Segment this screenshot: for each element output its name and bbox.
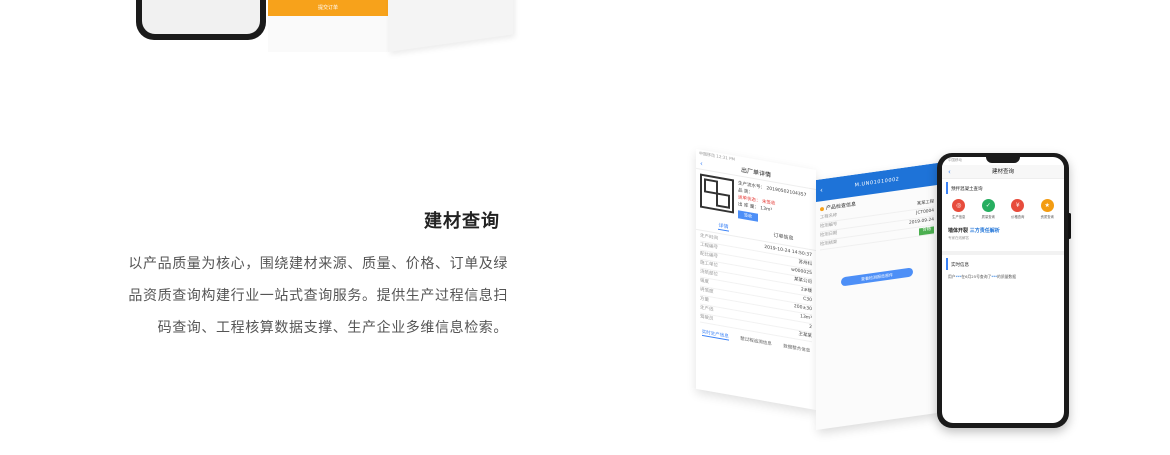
back-icon: ‹ (700, 159, 703, 169)
description-line: 品资质查询构建行业一站式查询服务。提供生产过程信息扫 (128, 288, 508, 304)
status-badge: 合格 (919, 226, 934, 236)
back-icon: ‹ (820, 185, 824, 195)
promo-banner: 墙体开裂 三方责任解析 (948, 228, 1000, 234)
inspection-panel-mockup: ‹ M.UN01010002 产品检查信息 工程名称 某某工程 检测编号 JCT00… (816, 162, 938, 431)
top-phone-mockup (136, 0, 266, 40)
tab-order: 订单信息 (773, 232, 794, 243)
back-icon: ‹ (948, 168, 951, 176)
news-title: 实时信息 (946, 258, 1060, 270)
news-item: 用户***在6月25号查询了***的质量数据 (948, 274, 1017, 279)
phone-mockup: 中国移动 ‹ 建材查询 预拌混凝土查询 ◎ 生产信息 ✓ 质量查询 ¥ 价格查询… (937, 153, 1071, 428)
feature-title: 建材查询 (424, 211, 500, 232)
phone-screen: 中国移动 ‹ 建材查询 预拌混凝土查询 ◎ 生产信息 ✓ 质量查询 ¥ 价格查询… (942, 157, 1064, 423)
info-lines: 生产流水号： 20190502104357 品 类： 运单状态： 未签收 出 库… (738, 180, 807, 230)
bottom-tab: 实时生产信息 (701, 328, 729, 341)
bottom-tab: 整过程追溯信息 (740, 336, 772, 348)
divider (942, 251, 1064, 255)
description-line: 以产品质量为核心，围绕建材来源、质量、价格、订单及绿 (128, 256, 508, 272)
query-icons: ◎ 生产信息 ✓ 质量查询 ¥ 价格查询 ★ 资质查询 (942, 194, 1064, 221)
detail-panel-mockup: 中国移动 12:31 PM ‹ 出厂单详情 生产流水号： 20190502104… (696, 148, 816, 410)
section-title: 预拌混凝土查询 (946, 182, 1060, 194)
promo-subtitle: 专家在线解答 (948, 236, 969, 240)
panel-title: 出厂单详情 (740, 166, 771, 180)
panel-title: M.UN01010002 (854, 176, 900, 189)
top-card-button: 提交订单 (268, 0, 388, 16)
phone-notch (986, 157, 1020, 163)
description-line: 码查询、工程核算数据支撑、生产企业多维信息检索。 (157, 320, 508, 336)
sign-button: 签收 (738, 210, 758, 222)
query-item: ★ 资质查询 (1041, 199, 1054, 219)
price-icon: ¥ (1011, 199, 1025, 212)
phone-title: 建材查询 (991, 169, 1014, 175)
bottom-tab: 数据整合信息 (783, 344, 811, 354)
query-item: ✓ 质量查询 (982, 199, 995, 219)
top-phone-screen (142, 0, 260, 34)
view-report-button: 查看检测报告原件 (841, 267, 913, 287)
phone-side-button (1068, 213, 1071, 239)
quality-icon: ✓ (981, 199, 995, 212)
top-card-side (388, 0, 513, 52)
tab-detail: 详情 (718, 221, 729, 232)
qr-code-icon (700, 173, 734, 214)
production-icon: ◎ (952, 199, 966, 212)
query-item: ¥ 价格查询 (1011, 199, 1024, 219)
dot-icon (820, 206, 824, 211)
feature-description: 以产品质量为核心，围绕建材来源、质量、价格、订单及绿 品资质查询构建行业一站式查… (96, 248, 508, 344)
top-card-mockup: 提交订单 (268, 0, 388, 52)
query-item: ◎ 生产信息 (952, 199, 965, 219)
phone-header: ‹ 建材查询 (942, 165, 1064, 179)
qualification-icon: ★ (1040, 199, 1054, 212)
